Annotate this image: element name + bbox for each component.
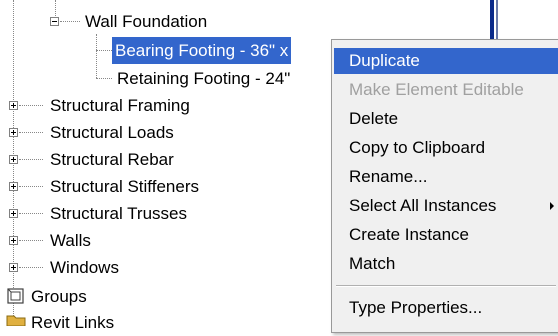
tree-item-label: Structural Stiffeners (50, 177, 199, 196)
tree-item-label: Structural Framing (50, 96, 190, 115)
tree-item-structural-rebar[interactable]: Structural Rebar (47, 146, 177, 173)
tree-item-groups[interactable]: Groups (28, 283, 90, 310)
expand-icon[interactable] (9, 101, 18, 110)
tree-line (19, 105, 43, 106)
menu-item-rename[interactable]: Rename... (334, 164, 558, 190)
revit-links-icon (6, 315, 26, 326)
menu-item-match[interactable]: Match (334, 251, 558, 277)
menu-item-delete[interactable]: Delete (334, 106, 558, 132)
tree-line (19, 240, 43, 241)
tree-item-label: Structural Trusses (50, 204, 187, 223)
expand-icon[interactable] (9, 182, 18, 191)
tree-line (96, 50, 112, 51)
menu-item-duplicate[interactable]: Duplicate (334, 48, 558, 74)
tree-line (19, 132, 43, 133)
tree-line (19, 186, 43, 187)
menu-item-create-instance[interactable]: Create Instance (334, 222, 558, 248)
tree-item-structural-loads[interactable]: Structural Loads (47, 119, 177, 146)
panel-edge (490, 0, 504, 40)
expand-icon[interactable] (9, 236, 18, 245)
context-menu: Duplicate Make Element Editable Delete C… (331, 39, 558, 333)
tree-item-structural-framing[interactable]: Structural Framing (47, 92, 193, 119)
tree-item-walls[interactable]: Walls (47, 227, 94, 254)
tree-item-retaining-footing[interactable]: Retaining Footing - 24" (114, 65, 293, 92)
menu-item-label: Select All Instances (349, 196, 497, 215)
menu-item-type-properties[interactable]: Type Properties... (334, 295, 558, 321)
tree-item-bearing-footing[interactable]: Bearing Footing - 36" x (112, 37, 292, 64)
submenu-arrow-icon (550, 202, 554, 210)
tree-item-revit-links[interactable]: Revit Links (28, 309, 117, 336)
tree-item-label: Wall Foundation (85, 12, 208, 31)
tree-item-label: Bearing Footing - 36" x (112, 37, 292, 64)
tree-item-label: Groups (31, 287, 87, 306)
expand-icon[interactable] (9, 209, 18, 218)
expand-icon[interactable] (9, 263, 18, 272)
tree-line (19, 159, 43, 160)
expand-icon[interactable] (9, 155, 18, 164)
tree-line (96, 34, 97, 78)
tree-item-label: Windows (50, 258, 119, 277)
tree-item-structural-stiffeners[interactable]: Structural Stiffeners (47, 173, 202, 200)
tree-item-label: Structural Loads (50, 123, 174, 142)
tree-item-wall-foundation[interactable]: Wall Foundation (82, 8, 210, 35)
menu-item-copy-to-clipboard[interactable]: Copy to Clipboard (334, 135, 558, 161)
tree-item-structural-trusses[interactable]: Structural Trusses (47, 200, 190, 227)
tree-line (96, 78, 112, 79)
expand-icon[interactable] (9, 128, 18, 137)
tree-line (19, 267, 43, 268)
tree-line (60, 21, 80, 22)
collapse-icon[interactable] (50, 17, 59, 26)
menu-separator (336, 285, 556, 287)
groups-icon (7, 288, 24, 304)
tree-line (19, 213, 43, 214)
tree-item-label: Structural Rebar (50, 150, 174, 169)
menu-item-select-all-instances[interactable]: Select All Instances (334, 193, 558, 219)
tree-item-label: Retaining Footing - 24" (117, 69, 291, 88)
tree-line (55, 0, 56, 16)
tree-item-label: Revit Links (31, 313, 115, 332)
tree-item-label: Walls (50, 231, 91, 250)
menu-item-make-element-editable[interactable]: Make Element Editable (334, 77, 558, 103)
tree-item-windows[interactable]: Windows (47, 254, 122, 281)
